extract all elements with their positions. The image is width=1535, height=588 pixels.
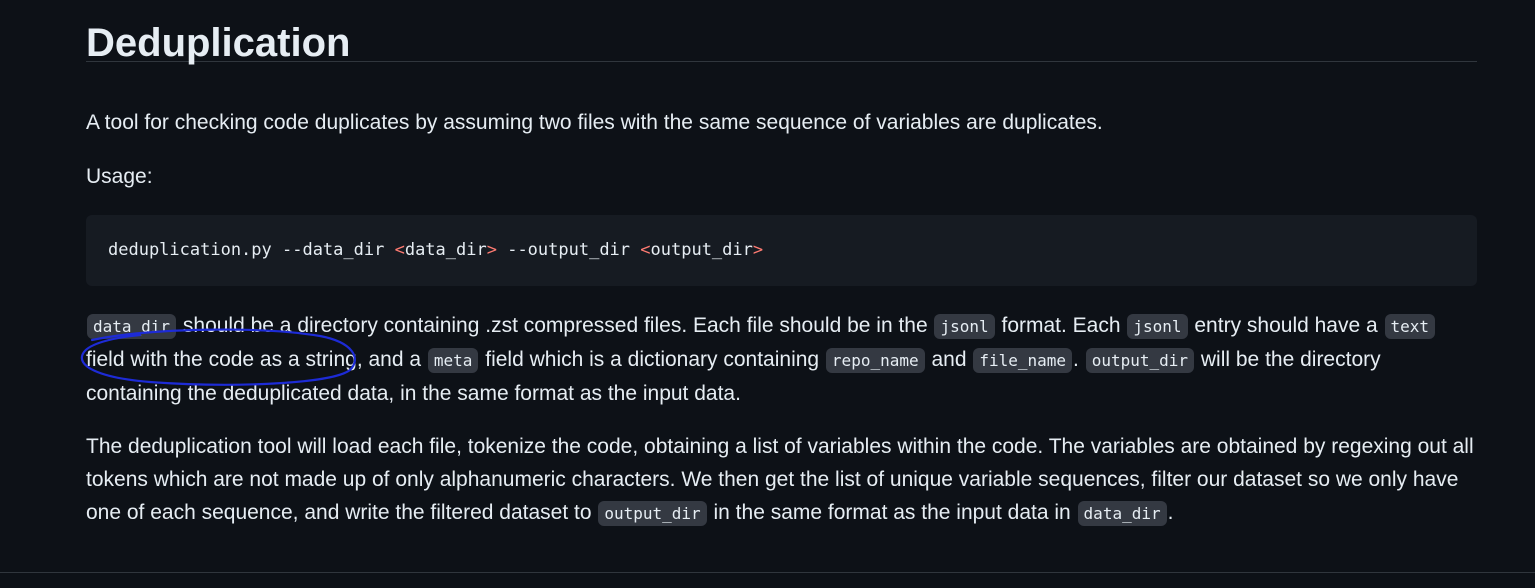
code-angle-close: > (486, 240, 497, 260)
code-arg-output-dir: output_dir (650, 240, 753, 260)
intro-paragraph: A tool for checking code duplicates by a… (86, 111, 1103, 134)
inline-code-jsonl: jsonl (934, 314, 995, 339)
inline-code-data-dir: data_dir (87, 314, 177, 339)
desc-text: should be a directory containing .zst co… (177, 314, 934, 337)
desc-text: field with the code as a string, and a (86, 348, 427, 371)
inline-code-file-name: file_name (973, 348, 1073, 373)
code-arg-data-dir: data_dir (404, 240, 487, 260)
inline-code-output-dir: output_dir (1085, 348, 1195, 373)
code-angle-open: < (394, 240, 405, 260)
inline-code-jsonl: jsonl (1127, 314, 1188, 339)
inline-code-text: text (1384, 314, 1436, 339)
tool-explanation-paragraph: The deduplication tool will load each fi… (86, 430, 1477, 530)
desc-text: . (1073, 348, 1085, 371)
section-heading: Deduplication (86, 0, 1477, 65)
readme-content: Deduplication A tool for checking code d… (86, 0, 1477, 526)
bottom-divider (0, 572, 1535, 573)
desc-text: entry should have a (1188, 314, 1384, 337)
description-paragraph: data_dir should be a directory containin… (86, 309, 1477, 410)
code-command: deduplication.py --data_dir (108, 240, 395, 260)
tool-text: . (1167, 501, 1174, 524)
code-flag-output: --output_dir (496, 240, 641, 260)
usage-label: Usage: (86, 165, 153, 188)
desc-text: field which is a dictionary containing (479, 348, 825, 371)
tool-text: in the same format as the input data in (707, 501, 1077, 524)
code-angle-close: > (752, 240, 764, 260)
desc-text: and (925, 348, 973, 371)
inline-code-output-dir: output_dir (598, 501, 707, 526)
desc-text: format. Each (995, 314, 1127, 337)
inline-code-data-dir: data_dir (1077, 501, 1167, 526)
code-angle-open: < (640, 240, 651, 260)
inline-code-meta: meta (427, 348, 479, 373)
inline-code-repo-name: repo_name (825, 348, 925, 373)
usage-code-block[interactable]: deduplication.py --data_dir <data_dir> -… (86, 215, 1477, 286)
